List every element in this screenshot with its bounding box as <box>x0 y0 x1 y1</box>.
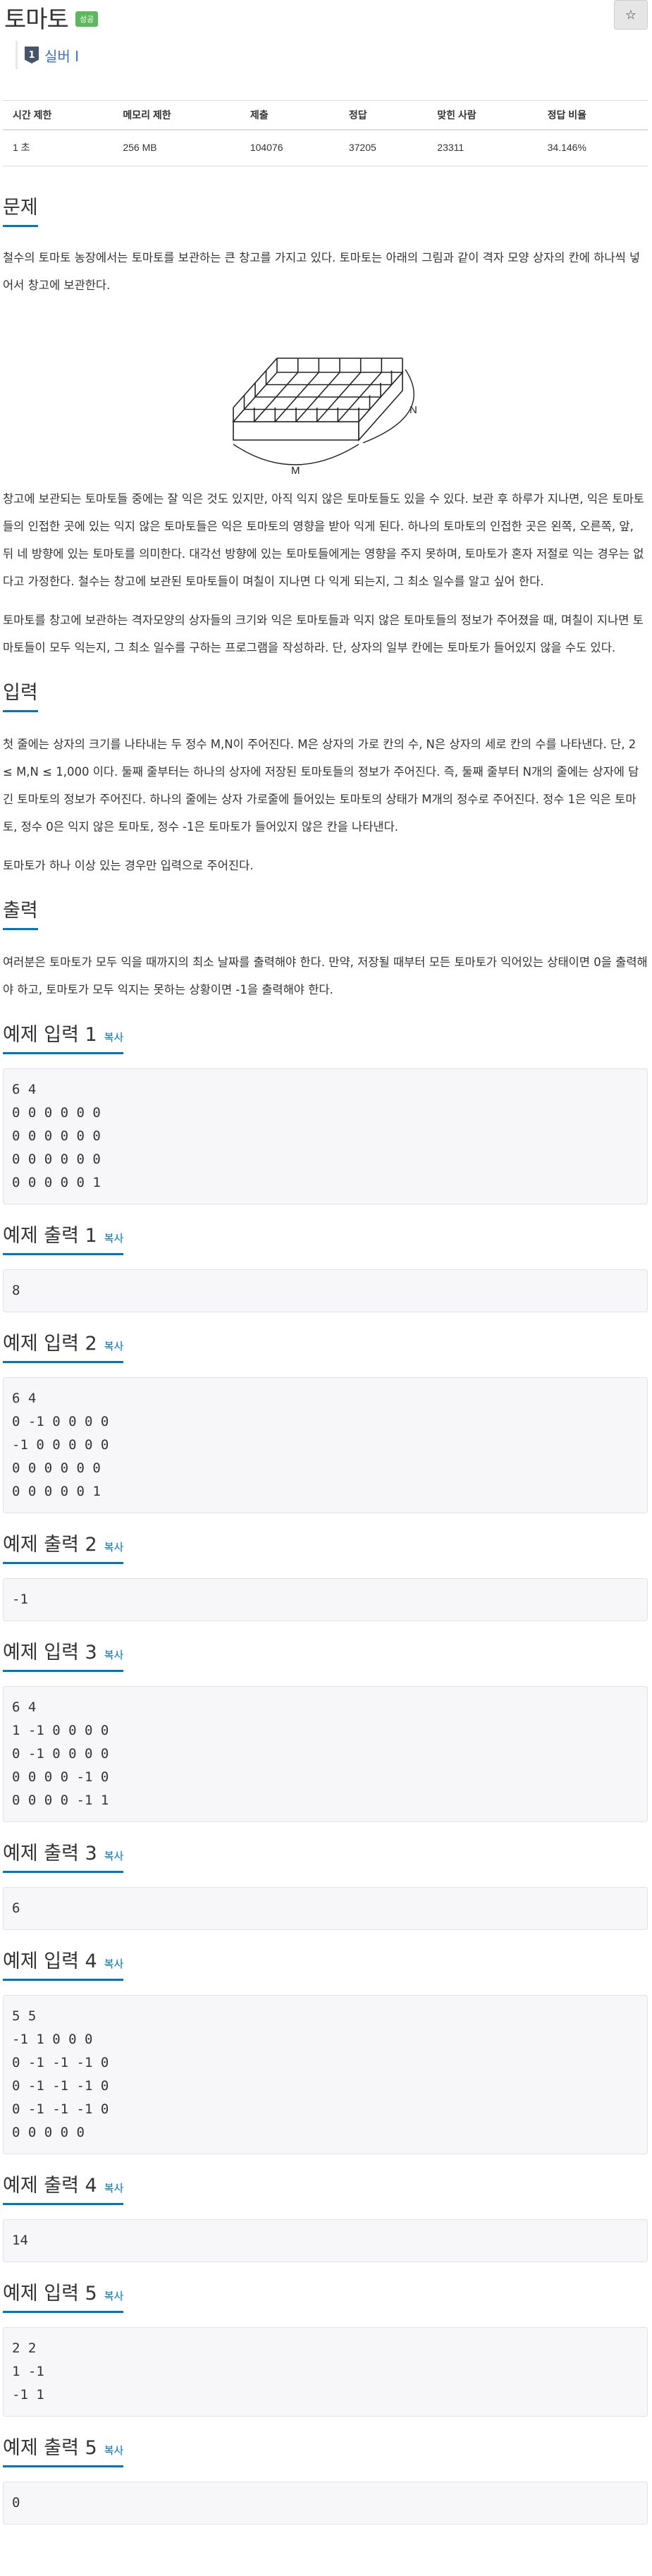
tomato-box-illustration: N M <box>231 358 417 477</box>
sample-output-2-title: 예제 출력 2 <box>3 1534 97 1556</box>
sample-input-2-heading: 예제 입력 2 복사 <box>3 1328 648 1363</box>
sample-input-1-title: 예제 입력 1 <box>3 1024 97 1046</box>
value-memory-limit: 256 MB <box>113 130 240 166</box>
copy-sample-output-4-button[interactable]: 복사 <box>104 2180 124 2195</box>
sample-output-2-heading: 예제 출력 2 복사 <box>3 1529 648 1564</box>
copy-sample-input-1-button[interactable]: 복사 <box>104 1030 124 1044</box>
header-ratio: 정답 비율 <box>537 100 648 130</box>
favorite-star-button[interactable]: ☆ <box>614 0 648 30</box>
copy-sample-input-3-button[interactable]: 복사 <box>104 1647 124 1662</box>
output-heading: 출력 <box>3 895 38 930</box>
sample-input-3-title: 예제 입력 3 <box>3 1642 97 1664</box>
sample-output-3-heading: 예제 출력 3 복사 <box>3 1838 648 1873</box>
sample-output-3[interactable]: 6 <box>3 1887 648 1930</box>
problem-description-2: 창고에 보관되는 토마토들 중에는 잘 익은 것도 있지만, 아직 익지 않은 … <box>3 492 644 588</box>
sample-output-4-title: 예제 출력 4 <box>3 2175 97 2197</box>
star-icon: ☆ <box>625 7 637 23</box>
sample-output-5-title: 예제 출력 5 <box>3 2437 97 2459</box>
sample-output-1-heading: 예제 출력 1 복사 <box>3 1220 648 1255</box>
copy-sample-output-5-button[interactable]: 복사 <box>104 2443 124 2458</box>
sample-output-5-heading: 예제 출력 5 복사 <box>3 2432 648 2467</box>
copy-sample-output-3-button[interactable]: 복사 <box>104 1848 124 1863</box>
sample-input-4-heading: 예제 입력 4 복사 <box>3 1946 648 1981</box>
header-solvers: 맞힌 사람 <box>427 100 538 130</box>
input-heading: 입력 <box>3 677 38 712</box>
tier-silver-icon: 1 <box>25 47 39 63</box>
tier-label[interactable]: 실버 I <box>44 45 79 66</box>
value-accepted[interactable]: 37205 <box>338 130 428 166</box>
problem-heading: 문제 <box>3 192 38 227</box>
copy-sample-input-5-button[interactable]: 복사 <box>104 2288 124 2303</box>
problem-page: 토마토 성공 ☆ 1 실버 I 시간 제한 메모리 제한 제출 정답 맞힌 사람… <box>0 0 652 2525</box>
sample-input-1[interactable]: 6 4 0 0 0 0 0 0 0 0 0 0 0 0 0 0 0 0 0 0 … <box>3 1068 648 1204</box>
sample-input-4-title: 예제 입력 4 <box>3 1951 97 1972</box>
problem-header: 토마토 성공 ☆ <box>3 0 648 37</box>
sample-output-2[interactable]: -1 <box>3 1578 648 1621</box>
problem-description-3: 토마토를 창고에 보관하는 격자모양의 상자들의 크기와 익은 토마토들과 익지… <box>3 614 644 654</box>
page-title: 토마토 <box>4 5 69 34</box>
sample-input-5[interactable]: 2 2 1 -1 -1 1 <box>3 2327 648 2417</box>
copy-sample-input-2-button[interactable]: 복사 <box>104 1338 124 1353</box>
info-value-row: 1 초 256 MB 104076 37205 23311 34.146% <box>3 130 648 166</box>
input-description-2: 토마토가 하나 이상 있는 경우만 입력으로 주어진다. <box>3 859 254 872</box>
sample-output-1-title: 예제 출력 1 <box>3 1225 97 1247</box>
sample-input-5-heading: 예제 입력 5 복사 <box>3 2278 648 2313</box>
sample-output-4[interactable]: 14 <box>3 2219 648 2262</box>
status-badge: 성공 <box>75 11 99 27</box>
value-submissions[interactable]: 104076 <box>240 130 339 166</box>
value-solvers[interactable]: 23311 <box>427 130 538 166</box>
copy-sample-output-2-button[interactable]: 복사 <box>104 1539 124 1554</box>
info-header-row: 시간 제한 메모리 제한 제출 정답 맞힌 사람 정답 비율 <box>3 100 648 130</box>
tomato-box-figure: N M <box>3 309 648 478</box>
problem-description-1: 철수의 토마토 농장에서는 토마토를 보관하는 큰 창고를 가지고 있다. 토마… <box>3 251 641 292</box>
problem-section-heading: 문제 <box>3 192 648 227</box>
copy-sample-output-1-button[interactable]: 복사 <box>104 1231 124 1245</box>
sample-input-2[interactable]: 6 4 0 -1 0 0 0 0 -1 0 0 0 0 0 0 0 0 0 0 … <box>3 1377 648 1513</box>
sample-input-4[interactable]: 5 5 -1 1 0 0 0 0 -1 -1 -1 0 0 -1 -1 -1 0… <box>3 1995 648 2154</box>
header-submissions: 제출 <box>240 100 339 130</box>
sample-input-5-title: 예제 입력 5 <box>3 2283 97 2305</box>
sample-input-1-heading: 예제 입력 1 복사 <box>3 1019 648 1054</box>
figure-label-m: M <box>291 465 300 477</box>
input-description-1: 첫 줄에는 상자의 크기를 나타내는 두 정수 M,N이 주어진다. M은 상자… <box>3 738 639 834</box>
figure-label-n: N <box>410 404 417 416</box>
header-time-limit: 시간 제한 <box>3 100 113 130</box>
header-memory-limit: 메모리 제한 <box>113 100 240 130</box>
output-description: 여러분은 토마토가 모두 익을 때까지의 최소 날짜를 출력해야 한다. 만약,… <box>3 956 648 996</box>
title-row: 토마토 성공 <box>4 0 99 34</box>
sample-output-3-title: 예제 출력 3 <box>3 1843 97 1864</box>
sample-input-2-title: 예제 입력 2 <box>3 1333 97 1355</box>
sample-input-3[interactable]: 6 4 1 -1 0 0 0 0 0 -1 0 0 0 0 0 0 0 0 -1… <box>3 1686 648 1822</box>
tier-row: 1 실버 I <box>16 41 648 69</box>
problem-info-table: 시간 제한 메모리 제한 제출 정답 맞힌 사람 정답 비율 1 초 256 M… <box>3 100 648 166</box>
value-ratio: 34.146% <box>537 130 648 166</box>
output-section-heading: 출력 <box>3 895 648 930</box>
copy-sample-input-4-button[interactable]: 복사 <box>104 1956 124 1971</box>
value-time-limit: 1 초 <box>3 130 113 166</box>
sample-output-5[interactable]: 0 <box>3 2482 648 2525</box>
sample-output-4-heading: 예제 출력 4 복사 <box>3 2170 648 2205</box>
sample-output-1[interactable]: 8 <box>3 1269 648 1312</box>
input-section-heading: 입력 <box>3 677 648 712</box>
header-accepted: 정답 <box>338 100 428 130</box>
sample-input-3-heading: 예제 입력 3 복사 <box>3 1637 648 1672</box>
